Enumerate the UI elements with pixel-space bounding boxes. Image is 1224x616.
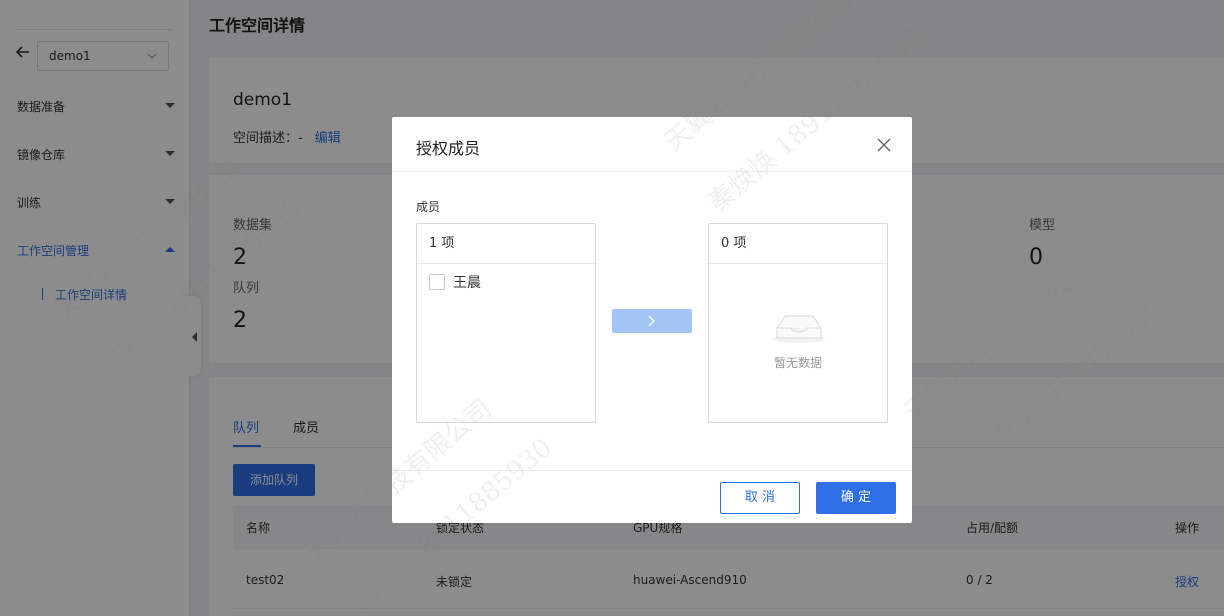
empty-inbox-icon	[773, 315, 825, 343]
close-icon[interactable]	[876, 137, 892, 153]
dialog-title: 授权成员	[416, 139, 481, 158]
chevron-right-icon	[648, 315, 655, 327]
list-item[interactable]: 王晨	[429, 272, 481, 292]
target-count: 0 项	[709, 224, 887, 264]
member-name: 王晨	[453, 275, 481, 291]
members-field-label: 成员	[416, 200, 441, 214]
cancel-button[interactable]: 取 消	[720, 482, 800, 514]
transfer-source-panel: 1 项 王晨	[416, 223, 596, 423]
source-count: 1 项	[417, 224, 595, 264]
transfer-target-panel: 0 项 暂无数据	[708, 223, 888, 423]
confirm-button[interactable]: 确 定	[816, 482, 896, 514]
move-right-button[interactable]	[612, 309, 692, 333]
empty-text: 暂无数据	[773, 356, 822, 370]
dialog-footer-divider	[392, 470, 912, 471]
member-checkbox[interactable]	[429, 274, 445, 290]
dialog-header-divider	[392, 171, 912, 172]
authorize-members-dialog: 授权成员 成员 1 项 王晨 0 项 暂无数据 取 消 确 定	[392, 117, 912, 523]
